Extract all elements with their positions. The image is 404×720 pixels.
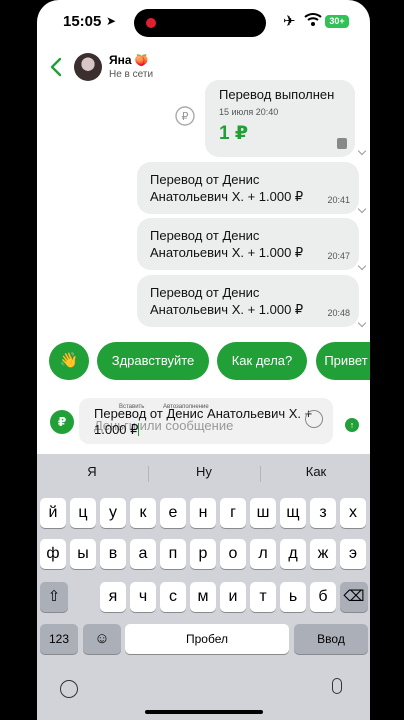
message-composer: ₽ Вставить Автозаполнение Деньги или соо… (37, 388, 370, 454)
key[interactable]: й (40, 498, 66, 528)
numbers-key[interactable]: 123 (40, 624, 78, 654)
quick-reply-hello[interactable]: Здравствуйте (97, 342, 209, 380)
message-input[interactable]: Вставить Автозаполнение Деньги или сообщ… (79, 398, 333, 444)
key[interactable]: и (220, 582, 246, 612)
key[interactable]: а (130, 539, 156, 569)
contact-avatar[interactable] (74, 53, 102, 81)
message-text: Перевод от Денис Анатольевич Х. + 1.000 … (150, 172, 304, 204)
send-money-button[interactable]: ₽ (50, 410, 74, 434)
location-arrow-icon: ➤ (106, 14, 117, 28)
microphone-icon[interactable] (332, 678, 342, 694)
key[interactable]: г (220, 498, 246, 528)
repeat-transfer-icon[interactable]: ₽ (174, 105, 196, 127)
recording-indicator-icon (146, 18, 156, 28)
key[interactable]: з (310, 498, 336, 528)
quick-reply-how-are-you[interactable]: Как дела? (217, 342, 307, 380)
contact-name: Яна (109, 53, 132, 67)
key[interactable]: б (310, 582, 336, 612)
key[interactable]: т (250, 582, 276, 612)
contact-name-row[interactable]: Яна 🍑 (109, 53, 149, 67)
suggestion-2[interactable]: Ну (149, 464, 259, 479)
space-key[interactable]: Пробел (125, 624, 289, 654)
message-time: 20:47 (327, 251, 350, 261)
quick-reply-wave[interactable]: 👋 (49, 342, 89, 380)
back-chevron-icon[interactable] (47, 56, 67, 78)
message-input-text: Перевод от Денис Анатольевич Х. + 1.000 … (94, 406, 313, 437)
key[interactable]: л (250, 539, 276, 569)
quick-reply-hi[interactable]: Привет (316, 342, 370, 380)
transfer-card-amount: 1 ₽ (219, 123, 249, 144)
message-time: 20:41 (327, 195, 350, 205)
message-time: 20:48 (327, 308, 350, 318)
key[interactable]: п (160, 539, 186, 569)
key[interactable]: я (100, 582, 126, 612)
key[interactable]: ь (280, 582, 306, 612)
key[interactable]: н (190, 498, 216, 528)
key[interactable]: ф (40, 539, 66, 569)
transfer-card[interactable]: Перевод выполнен 15 июля 20:40 1 ₽ (205, 80, 355, 157)
send-arrow-icon[interactable]: ↑ (345, 418, 359, 432)
globe-icon[interactable] (60, 680, 78, 698)
airplane-mode-icon: ✈ (283, 13, 296, 30)
suggestion-3[interactable]: Как (261, 464, 370, 479)
status-bar: 15:05 ➤ ✈ 30+ (37, 0, 370, 44)
read-tick-icon (357, 261, 367, 271)
read-tick-icon (357, 318, 367, 328)
message-bubble[interactable]: Перевод от Денис Анатольевич Х. + 1.000 … (137, 275, 359, 327)
transfer-card-date: 15 июля 20:40 (219, 107, 279, 117)
backspace-key-icon[interactable]: ⌫ (340, 582, 368, 612)
emoji-icon[interactable] (305, 410, 323, 428)
key[interactable]: в (100, 539, 126, 569)
quick-replies: 👋 Здравствуйте Как дела? Привет (37, 342, 370, 380)
return-key[interactable]: Ввод (294, 624, 368, 654)
key[interactable]: щ (280, 498, 306, 528)
key[interactable]: ц (70, 498, 96, 528)
message-bubble[interactable]: Перевод от Денис Анатольевич Х. + 1.000 … (137, 162, 359, 214)
message-input-value: Перевод от Денис Анатольевич Х. + 1.000 … (94, 406, 333, 438)
key[interactable]: д (280, 539, 306, 569)
key[interactable]: ж (310, 539, 336, 569)
key[interactable]: р (190, 539, 216, 569)
peach-emoji-icon: 🍑 (134, 55, 149, 67)
phone-screen: 15:05 ➤ ✈ 30+ Яна 🍑 Не в сети ₽ Перевод … (37, 0, 370, 720)
key[interactable]: ч (130, 582, 156, 612)
dynamic-island (134, 9, 266, 37)
home-indicator (145, 710, 263, 714)
wifi-icon (304, 13, 322, 26)
message-bubble[interactable]: Перевод от Денис Анатольевич Х. + 1.000 … (137, 218, 359, 270)
transfer-card-title: Перевод выполнен (219, 87, 335, 102)
status-time: 15:05 (63, 13, 102, 30)
read-tick-icon (357, 204, 367, 214)
keyboard: Я Ну Как й ц у к е н г ш щ з х ф ы в а п… (37, 454, 370, 720)
text-caret (138, 423, 140, 436)
receipt-icon[interactable] (337, 138, 347, 149)
message-text: Перевод от Денис Анатольевич Х. + 1.000 … (150, 228, 304, 260)
key[interactable]: о (220, 539, 246, 569)
key[interactable]: ш (250, 498, 276, 528)
key[interactable]: у (100, 498, 126, 528)
key[interactable]: к (130, 498, 156, 528)
presence-status: Не в сети (109, 69, 154, 80)
key[interactable]: е (160, 498, 186, 528)
key[interactable]: х (340, 498, 366, 528)
key[interactable]: с (160, 582, 186, 612)
battery-indicator: 30+ (325, 15, 349, 28)
emoji-keyboard-icon[interactable]: ☺ (83, 624, 121, 654)
suggestion-1[interactable]: Я (37, 464, 147, 479)
read-tick-icon (357, 146, 367, 156)
key[interactable]: э (340, 539, 366, 569)
message-list: ₽ Перевод выполнен 15 июля 20:40 1 ₽ Пер… (37, 80, 370, 335)
svg-text:₽: ₽ (182, 110, 189, 123)
shift-key-icon[interactable]: ⇧ (40, 582, 68, 612)
key[interactable]: ы (70, 539, 96, 569)
key[interactable]: м (190, 582, 216, 612)
message-text: Перевод от Денис Анатольевич Х. + 1.000 … (150, 285, 304, 317)
